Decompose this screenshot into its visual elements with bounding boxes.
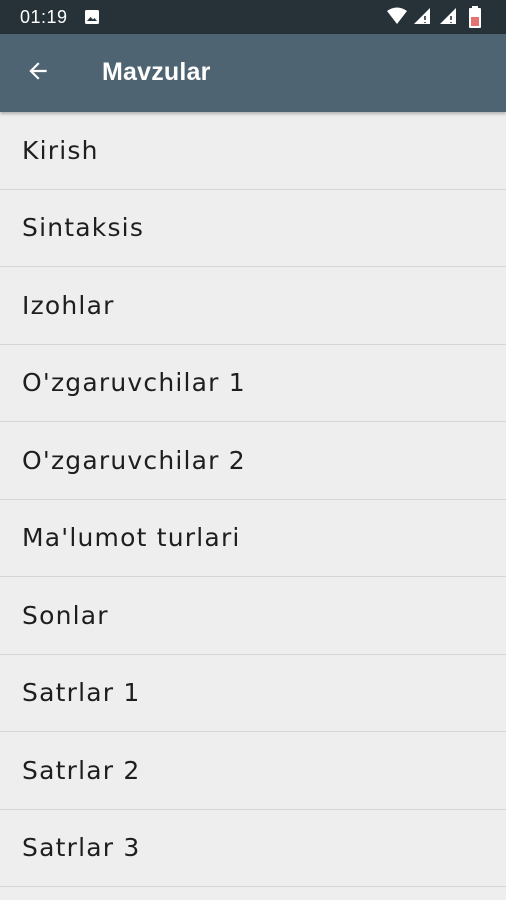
list-item-label: O'zgaruvchilar 1: [22, 368, 246, 398]
arrow-back-icon: [25, 58, 51, 88]
list-item-label: Satrlar 3: [22, 833, 141, 863]
list-item-kirish[interactable]: Kirish: [0, 112, 506, 190]
list-item-malumot-turlari[interactable]: Ma'lumot turlari: [0, 500, 506, 577]
page-title: Mavzular: [102, 58, 211, 86]
list-item-sonlar[interactable]: Sonlar: [0, 577, 506, 655]
list-item-satrlar-3[interactable]: Satrlar 3: [0, 810, 506, 887]
list-item-label: O'zgaruvchilar 2: [22, 445, 246, 475]
list-item-satrlar-2[interactable]: Satrlar 2: [0, 732, 506, 810]
app-bar: Mavzular: [0, 34, 506, 112]
list-item-izohlar[interactable]: Izohlar: [0, 267, 506, 345]
status-time: 01:19: [20, 7, 68, 27]
list-item-label: Satrlar 1: [22, 678, 141, 708]
back-button[interactable]: [14, 49, 62, 97]
topic-list: Kirish Sintaksis Izohlar O'zgaruvchilar …: [0, 112, 506, 887]
list-item-label: Kirish: [22, 135, 99, 165]
list-item-label: Sintaksis: [22, 213, 145, 243]
list-item-label: Sonlar: [22, 600, 109, 630]
image-icon: [84, 9, 100, 29]
list-item-label: Satrlar 2: [22, 755, 141, 785]
list-item-ozgaruvchilar-1[interactable]: O'zgaruvchilar 1: [0, 345, 506, 422]
list-item-satrlar-1[interactable]: Satrlar 1: [0, 655, 506, 732]
list-item-sintaksis[interactable]: Sintaksis: [0, 190, 506, 267]
list-item-label: Ma'lumot turlari: [22, 523, 241, 553]
status-bar: 01:19: [0, 0, 506, 34]
list-item-ozgaruvchilar-2[interactable]: O'zgaruvchilar 2: [0, 422, 506, 500]
list-item-label: Izohlar: [22, 290, 115, 320]
